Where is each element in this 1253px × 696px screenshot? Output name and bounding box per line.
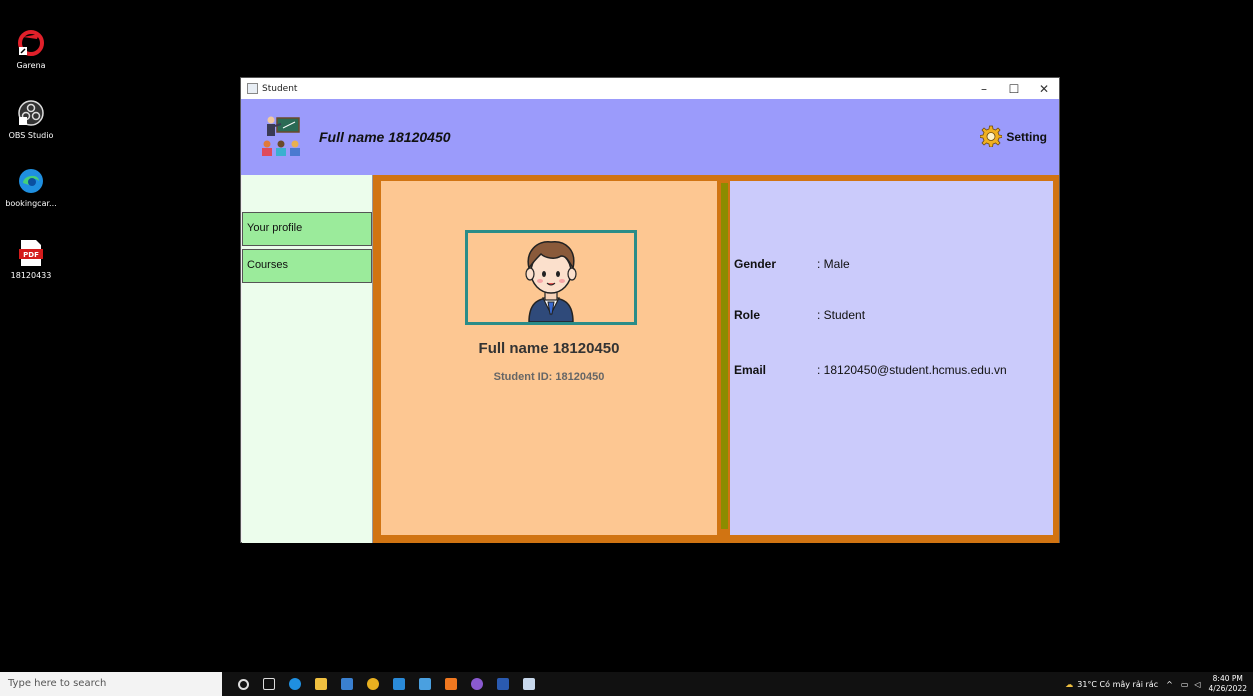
java-taskbar-icon[interactable] [516, 672, 542, 696]
desktop-icon-label: bookingcar... [5, 199, 57, 208]
desktop-icon-label: OBS Studio [8, 131, 54, 140]
desktop-icon-pdf[interactable]: PDF 18120433 [4, 238, 58, 280]
xampp-icon[interactable] [438, 672, 464, 696]
header-full-name: Full name 18120450 [319, 129, 451, 145]
clock-date: 4/26/2022 [1208, 684, 1247, 693]
taskbar-clock[interactable]: 8:40 PM 4/26/2022 [1209, 674, 1247, 694]
edge-taskbar-icon[interactable] [282, 672, 308, 696]
setting-button[interactable]: Setting [979, 125, 1047, 150]
profile-panel: Full name 18120450 Student ID: 18120450 … [373, 175, 1059, 543]
window-titlebar[interactable]: Student – ☐ ✕ [241, 78, 1059, 99]
desktop-icon-obs[interactable]: OBS Studio [4, 98, 58, 140]
edge-icon [16, 166, 46, 196]
system-tray: ☁ 31°C Có mây rải rác ^ ▭ ◁ 8:40 PM 4/26… [1065, 674, 1253, 694]
java-app-icon [247, 83, 258, 94]
gender-value: : Male [817, 257, 850, 271]
student-id: Student ID: 18120450 [493, 371, 605, 383]
close-button[interactable]: ✕ [1029, 82, 1059, 96]
app-icon[interactable] [412, 672, 438, 696]
weather-text[interactable]: 31°C Có mây rải rác [1077, 680, 1158, 689]
network-icon[interactable]: ▭ [1181, 680, 1189, 689]
task-view-icon[interactable] [256, 672, 282, 696]
clock-time: 8:40 PM [1212, 674, 1243, 683]
vscode-icon[interactable] [386, 672, 412, 696]
file-explorer-icon[interactable] [308, 672, 334, 696]
desktop-icon-label: Garena [16, 61, 46, 70]
sidebar: Your profile Courses [242, 175, 373, 543]
role-value: : Student [817, 308, 866, 322]
avatar [465, 230, 637, 325]
volume-icon[interactable]: ◁ [1194, 680, 1200, 689]
info-card: Gender : Male Role : Student Email : 181… [730, 181, 1053, 535]
github-icon[interactable] [464, 672, 490, 696]
garena-icon [16, 28, 46, 58]
maximize-button[interactable]: ☐ [999, 82, 1029, 96]
sidebar-item-courses[interactable]: Courses [242, 249, 372, 283]
cortana-icon[interactable] [230, 672, 256, 696]
window-body: Your profile Courses Full name 18120450 … [241, 175, 1059, 543]
email-label: Email [734, 363, 767, 377]
desktop-icon-edge[interactable]: bookingcar... [4, 166, 58, 208]
tray-chevron-icon[interactable]: ^ [1166, 680, 1173, 689]
taskbar-pinned-apps [230, 672, 542, 696]
window-title: Student [262, 83, 298, 94]
email-value: : 18120450@student.hcmus.edu.vn [817, 363, 1007, 377]
obs-icon [16, 98, 46, 128]
desktop-icon-label: 18120433 [10, 271, 52, 280]
weather-icon: ☁ [1065, 679, 1074, 689]
teacher-class-icon [259, 114, 303, 161]
profile-card: Full name 18120450 Student ID: 18120450 [381, 181, 717, 535]
gender-label: Gender [734, 257, 777, 271]
pdf-icon: PDF [16, 238, 46, 268]
student-window: Student – ☐ ✕ Full name 18120450 Setting… [240, 77, 1060, 543]
gear-icon [979, 125, 1003, 150]
pdf-badge: PDF [23, 251, 39, 259]
taskbar: Type here to search ☁ 31°C Có mây rải rá… [0, 672, 1253, 696]
desktop-icon-garena[interactable]: Garena [4, 28, 58, 70]
student-avatar-icon [525, 241, 577, 322]
app-header: Full name 18120450 Setting [241, 99, 1059, 175]
sidebar-item-your-profile[interactable]: Your profile [242, 212, 372, 246]
profile-full-name: Full name 18120450 [478, 340, 620, 357]
taskbar-search-input[interactable]: Type here to search [0, 672, 222, 696]
mail-icon[interactable] [334, 672, 360, 696]
word-icon[interactable] [490, 672, 516, 696]
panel-divider [721, 183, 728, 529]
setting-label: Setting [1006, 130, 1047, 144]
chrome-icon[interactable] [360, 672, 386, 696]
role-label: Role [734, 308, 761, 322]
minimize-button[interactable]: – [969, 82, 999, 96]
